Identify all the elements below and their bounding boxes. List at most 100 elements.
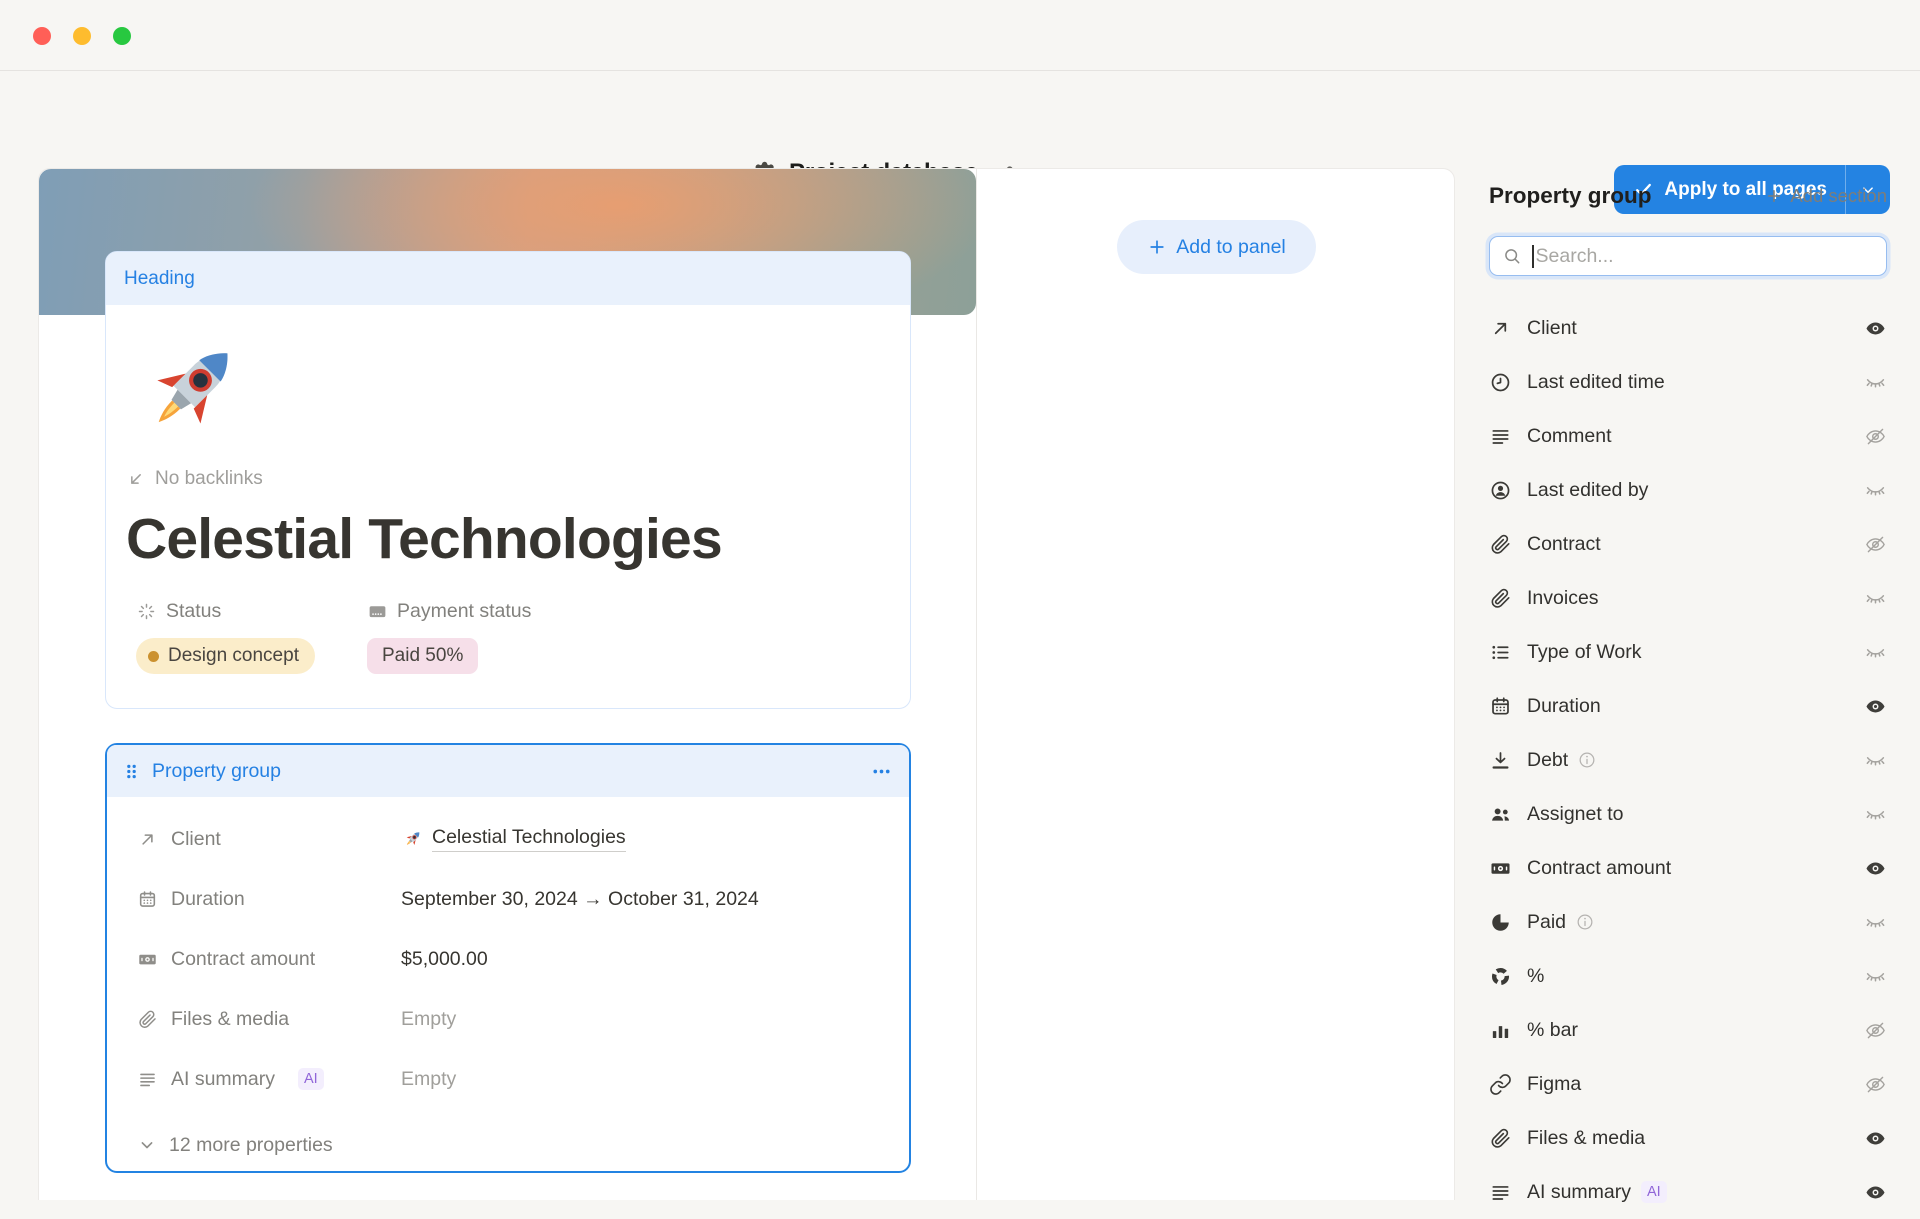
property-value[interactable]: September 30, 2024 → October 31, 2024 (401, 888, 759, 911)
property-label: Contract amount (137, 948, 401, 971)
sidebar-item-label: Debt (1527, 749, 1568, 772)
more-properties-label: 12 more properties (169, 1134, 333, 1157)
info-icon (1575, 912, 1595, 932)
drag-handle-icon[interactable] (120, 760, 143, 783)
more-options-icon[interactable] (870, 760, 893, 783)
badge-label: Paid 50% (382, 645, 463, 667)
sidebar-item--[interactable]: % (1489, 949, 1887, 1003)
eye-slash-icon[interactable] (1864, 425, 1887, 448)
ai-badge: AI (298, 1068, 324, 1090)
sidebar-item-comment[interactable]: Comment (1489, 409, 1887, 463)
property-label-text: Client (171, 828, 221, 851)
pane-divider (976, 169, 977, 1200)
sidebar-item-files-media[interactable]: Files & media (1489, 1111, 1887, 1165)
backlinks-row[interactable]: No backlinks (126, 468, 894, 490)
sidebar-item-debt[interactable]: Debt (1489, 733, 1887, 787)
eye-closed-icon[interactable] (1864, 641, 1887, 664)
sidebar-item-assignet-to[interactable]: Assignet to (1489, 787, 1887, 841)
paperclip-icon (1489, 1127, 1512, 1150)
page-heading-title: Celestial Technologies (126, 506, 894, 572)
relation-link[interactable]: Celestial Technologies (432, 826, 626, 852)
clock-icon (1489, 371, 1512, 394)
sidebar-item-type-of-work[interactable]: Type of Work (1489, 625, 1887, 679)
calendar-icon (137, 889, 158, 910)
eye-open-icon[interactable] (1864, 317, 1887, 340)
sidebar-item-label: Figma (1527, 1073, 1581, 1096)
property-label: Duration (137, 888, 401, 911)
eye-slash-icon[interactable] (1864, 1073, 1887, 1096)
more-properties-toggle[interactable]: 12 more properties (107, 1119, 909, 1171)
sidebar-item-label: % bar (1527, 1019, 1578, 1042)
banknote-icon (137, 949, 158, 970)
sidebar-item-duration[interactable]: Duration (1489, 679, 1887, 733)
sidebar-item-invoices[interactable]: Invoices (1489, 571, 1887, 625)
eye-slash-icon[interactable] (1864, 533, 1887, 556)
window-close-button[interactable] (33, 27, 51, 45)
sidebar-item-contract-amount[interactable]: Contract amount (1489, 841, 1887, 895)
status-spinner-icon (136, 601, 157, 622)
heading-section-block[interactable]: Heading No backlinks Celestial Technolog… (105, 251, 911, 709)
property-value[interactable]: $5,000.00 (401, 948, 488, 971)
property-row-files-media[interactable]: Files & media Empty (107, 989, 909, 1049)
property-value-text: September 30, 2024 → October 31, 2024 (401, 888, 759, 911)
eye-closed-icon[interactable] (1864, 371, 1887, 394)
property-row-contract-amount[interactable]: Contract amount$5,000.00 (107, 929, 909, 989)
sidebar-item-client[interactable]: Client (1489, 301, 1887, 355)
property-group-block[interactable]: Property group Client Celestial Technolog… (105, 743, 911, 1173)
sidebar-item-label: Invoices (1527, 587, 1599, 610)
sidebar-item-last-edited-by[interactable]: Last edited by (1489, 463, 1887, 517)
property-value[interactable]: Empty (401, 1068, 456, 1091)
property-label: Status (136, 600, 367, 623)
status-badge[interactable]: Paid 50% (367, 638, 478, 674)
sidebar-item-label: Duration (1527, 695, 1601, 718)
sidebar-item-label: Last edited by (1527, 479, 1648, 502)
property-row-ai-summary[interactable]: AI summaryAIEmpty (107, 1049, 909, 1109)
sidebar-item-label: Last edited time (1527, 371, 1665, 394)
eye-closed-icon[interactable] (1864, 965, 1887, 988)
plus-icon (1765, 187, 1783, 205)
sidebar-title: Property group (1489, 183, 1652, 209)
eye-open-icon[interactable] (1864, 695, 1887, 718)
status-badge[interactable]: Design concept (136, 638, 315, 674)
eye-closed-icon[interactable] (1864, 587, 1887, 610)
eye-open-icon[interactable] (1864, 1127, 1887, 1150)
sidebar-item-last-edited-time[interactable]: Last edited time (1489, 355, 1887, 409)
property-label-text: Files & media (171, 1008, 289, 1031)
eye-closed-icon[interactable] (1864, 911, 1887, 934)
property-value[interactable]: Empty (401, 1008, 456, 1031)
sidebar-item-figma[interactable]: Figma (1489, 1057, 1887, 1111)
eye-slash-icon[interactable] (1864, 1019, 1887, 1042)
app-header: Cancel Project database Preview: Celesti… (0, 71, 1920, 168)
sidebar-item-paid[interactable]: Paid (1489, 895, 1887, 949)
window-zoom-button[interactable] (113, 27, 131, 45)
eye-closed-icon[interactable] (1864, 803, 1887, 826)
eye-closed-icon[interactable] (1864, 479, 1887, 502)
sidebar-item-ai-summary[interactable]: AI summaryAI (1489, 1165, 1887, 1219)
bar-chart-icon (1489, 1019, 1512, 1042)
page-property-payment-status: Payment statusPaid 50% (367, 600, 531, 674)
sidebar-item-contract[interactable]: Contract (1489, 517, 1887, 571)
property-row-duration[interactable]: DurationSeptember 30, 2024 → October 31,… (107, 869, 909, 929)
eye-open-icon[interactable] (1864, 1181, 1887, 1204)
calendar-icon (1489, 695, 1512, 718)
property-rows: Client Celestial Technologies DurationSept… (107, 797, 909, 1119)
paperclip-icon (1489, 587, 1512, 610)
rocket-emoji-icon[interactable] (126, 329, 248, 451)
badge-label: Design concept (168, 645, 299, 667)
property-value[interactable]: Celestial Technologies (401, 826, 626, 852)
add-section-button[interactable]: Add section (1765, 185, 1887, 207)
sidebar-item--bar[interactable]: % bar (1489, 1003, 1887, 1057)
property-group-sidebar: Property group Add section Search... Cli… (1489, 180, 1887, 1219)
window-minimize-button[interactable] (73, 27, 91, 45)
add-to-panel-button[interactable]: Add to panel (1117, 220, 1316, 274)
people-icon (1489, 803, 1512, 826)
eye-closed-icon[interactable] (1864, 749, 1887, 772)
page-property-status: Status Design concept (136, 600, 367, 674)
search-input[interactable]: Search... (1489, 236, 1887, 276)
property-row-client[interactable]: Client Celestial Technologies (107, 809, 909, 869)
property-group-header[interactable]: Property group (107, 745, 909, 797)
property-value-text: Empty (401, 1068, 456, 1091)
eye-open-icon[interactable] (1864, 857, 1887, 880)
text-cursor (1532, 245, 1534, 268)
donut-icon (1489, 965, 1512, 988)
